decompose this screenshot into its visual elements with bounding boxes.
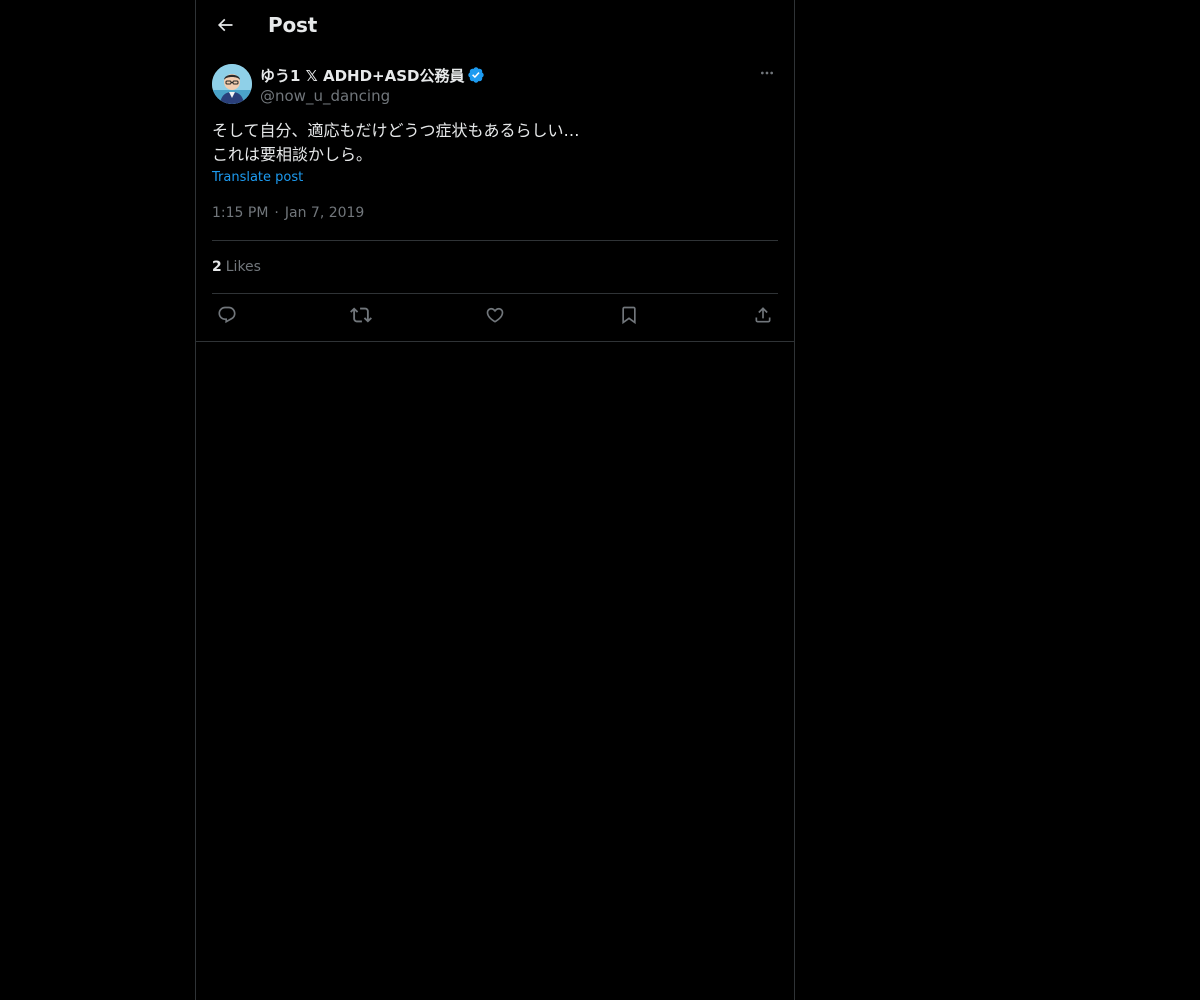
share-icon: [753, 305, 773, 329]
name-row: ゆう1 𝕏 ADHD+ASD公務員: [260, 64, 485, 86]
more-button[interactable]: [756, 64, 778, 86]
reply-button[interactable]: [214, 304, 240, 330]
post-bottom-border: [196, 341, 794, 342]
user-handle[interactable]: @now_u_dancing: [260, 86, 485, 106]
action-bar: [212, 304, 778, 330]
like-button[interactable]: [482, 304, 508, 330]
meta-separator: ·: [274, 205, 279, 221]
likes-label: Likes: [225, 259, 261, 275]
more-horizontal-icon: [759, 65, 775, 85]
divider: [212, 293, 778, 294]
post-text-line: これは要相談かしら。: [212, 145, 373, 164]
like-icon: [485, 305, 505, 329]
post-time: 1:15 PM: [212, 205, 269, 221]
share-button[interactable]: [750, 304, 776, 330]
bookmark-icon: [619, 305, 639, 329]
likes-count: 2: [212, 259, 222, 275]
avatar[interactable]: [212, 64, 252, 104]
post-text-line: そして自分、適応もだけどうつ症状もあるらしい…: [212, 121, 580, 140]
author-info: ゆう1 𝕏 ADHD+ASD公務員 @now_u_dancing: [260, 64, 485, 106]
repost-icon: [350, 304, 372, 330]
reply-icon: [217, 305, 237, 329]
post-date: Jan 7, 2019: [284, 205, 365, 221]
page-title: Post: [268, 13, 318, 37]
likes-stat[interactable]: 2 Likes: [212, 259, 261, 275]
post-timestamp[interactable]: 1:15 PM · Jan 7, 2019: [212, 205, 364, 221]
arrow-left-icon: [215, 15, 235, 39]
display-name[interactable]: ゆう1 𝕏 ADHD+ASD公務員: [260, 65, 464, 86]
back-button[interactable]: [208, 10, 242, 44]
repost-button[interactable]: [348, 304, 374, 330]
translate-post-link[interactable]: Translate post: [212, 170, 303, 185]
main-column: Post ゆう1 𝕏 ADHD+ASD公務員 @now_u_dancing そし…: [195, 0, 795, 1000]
divider: [212, 240, 778, 241]
post-text: そして自分、適応もだけどうつ症状もあるらしい… これは要相談かしら。: [212, 119, 778, 167]
bookmark-button[interactable]: [616, 304, 642, 330]
post-header: Post: [196, 0, 794, 53]
verified-badge-icon[interactable]: [467, 66, 485, 84]
